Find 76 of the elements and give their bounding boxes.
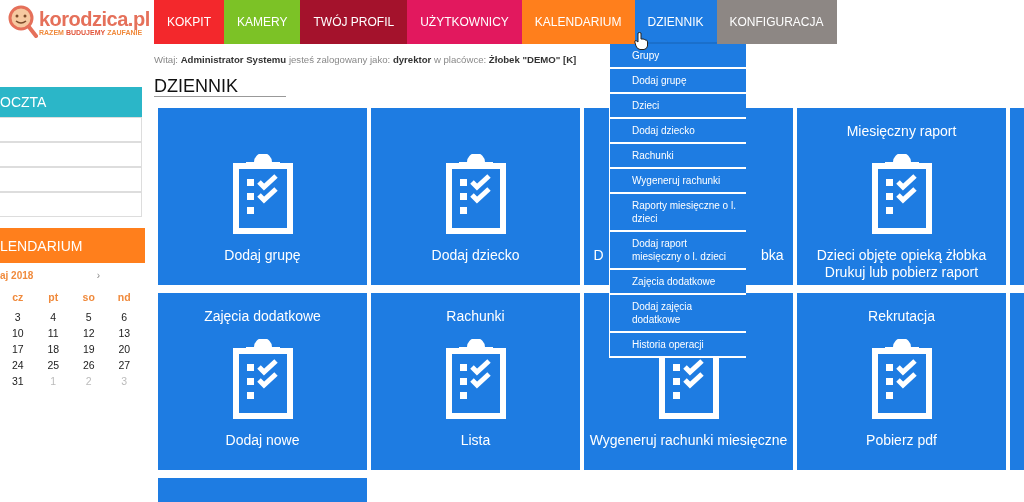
tile-title: Zajęcia dodatkowe bbox=[204, 308, 321, 324]
welcome-text: Witaj: Administrator Systemu jesteś zalogowany jako: dyrektor w placówce: Żłobek "DEMO" [K] bbox=[154, 54, 577, 65]
dropdown-item[interactable]: Dodaj dziecko bbox=[610, 119, 746, 144]
nav-tab[interactable]: KALENDARIUM bbox=[521, 0, 635, 44]
calendar-day[interactable]: 10 bbox=[0, 327, 35, 339]
weekday-label: cz bbox=[11, 291, 25, 303]
weekday-label: nd bbox=[116, 291, 132, 303]
weekday-label: pt bbox=[47, 291, 60, 303]
tile-label: D bbox=[593, 247, 604, 263]
clipboard-checklist-icon bbox=[231, 339, 294, 419]
calendar-day[interactable]: 26 bbox=[71, 359, 106, 371]
clipboard-checklist-icon bbox=[444, 154, 507, 234]
calendar-day[interactable]: 3 bbox=[0, 311, 35, 323]
calendar-day[interactable]: 24 bbox=[0, 359, 35, 371]
tile-label: Dodaj grupę bbox=[224, 247, 301, 263]
dropdown-item[interactable]: Dodaj zajęcia dodatkowe bbox=[610, 295, 746, 333]
mail-row[interactable] bbox=[0, 117, 142, 142]
calendar-day[interactable]: 27 bbox=[107, 359, 142, 371]
clipboard-checklist-icon bbox=[870, 154, 933, 234]
next-month-button[interactable]: › bbox=[96, 270, 100, 281]
calendar-day[interactable]: 12 bbox=[71, 327, 106, 339]
clipboard-checklist-icon bbox=[444, 339, 507, 419]
magnifier-face-icon bbox=[8, 5, 38, 39]
dropdown-item[interactable]: Wygeneruj rachunki bbox=[610, 169, 746, 194]
tile-label: bka bbox=[760, 247, 784, 263]
mail-row[interactable] bbox=[0, 192, 142, 217]
calendar-day[interactable]: 6 bbox=[107, 311, 142, 323]
tile-label: Lista bbox=[460, 432, 491, 448]
tile[interactable]: Miesięczny raport Dzieci objęte opieką żłobka Drukuj lub pobierz raport bbox=[797, 108, 1006, 285]
nav-tab[interactable]: KOKPIT bbox=[154, 0, 224, 44]
calendar-day[interactable]: 20 bbox=[107, 343, 142, 355]
mail-header: OCZTA bbox=[0, 87, 142, 117]
calendar-day[interactable]: 17 bbox=[0, 343, 35, 355]
calendar-day[interactable]: 19 bbox=[71, 343, 106, 355]
tile[interactable]: Rachunki Lista bbox=[371, 293, 580, 470]
dropdown-item[interactable]: Dzieci bbox=[610, 94, 746, 119]
dropdown-item[interactable]: Historia operacji bbox=[610, 333, 746, 358]
tile-label: Pobierz pdf bbox=[866, 432, 937, 448]
logo-name: korodzica.pl bbox=[39, 8, 150, 29]
mail-row[interactable] bbox=[0, 167, 142, 192]
dropdown-item[interactable]: Dodaj raport miesięczny o l. dzieci bbox=[610, 232, 746, 270]
clipboard-checklist-icon bbox=[231, 154, 294, 234]
page-heading: DZIENNIK bbox=[154, 77, 286, 97]
calendar-day[interactable]: 13 bbox=[107, 327, 142, 339]
calendar-header: LENDARIUM bbox=[0, 228, 145, 263]
nav-tab[interactable]: DZIENNIK bbox=[634, 0, 717, 44]
tile-label: Dzieci objęte opieką żłobka bbox=[816, 247, 987, 263]
tile-title: Miesięczny raport bbox=[846, 123, 957, 139]
tile-label: Dodaj dziecko bbox=[431, 247, 520, 263]
nav-tab[interactable]: KONFIGURACJA bbox=[716, 0, 837, 44]
tile-title: Rekrutacja bbox=[868, 308, 935, 324]
tile[interactable]: Dodaj grupę bbox=[158, 108, 367, 285]
tile-label: Dodaj nowe bbox=[225, 432, 300, 448]
dropdown-item[interactable]: Dodaj grupę bbox=[610, 69, 746, 94]
calendar-month: aj 2018 bbox=[0, 270, 34, 281]
weekday-label: so bbox=[81, 291, 96, 303]
nav-tab[interactable]: TWÓJ PROFIL bbox=[300, 0, 408, 44]
nav-tab[interactable]: KAMERY bbox=[224, 0, 301, 44]
tile-title: Rachunki bbox=[446, 308, 505, 324]
calendar-day[interactable]: 11 bbox=[36, 327, 71, 339]
tile[interactable]: Dodaj dziecko bbox=[371, 108, 580, 285]
tile-label: Drukuj lub pobierz raport bbox=[824, 264, 979, 280]
calendar-day[interactable]: 18 bbox=[36, 343, 71, 355]
dropdown-item[interactable]: Rachunki bbox=[610, 144, 746, 169]
clipboard-checklist-icon bbox=[870, 339, 933, 419]
tile-label: Wygeneruj rachunki miesięczne bbox=[589, 432, 788, 448]
calendar-day[interactable]: 25 bbox=[36, 359, 71, 371]
nav-tab[interactable]: UŻYTKOWNICY bbox=[407, 0, 522, 44]
dropdown-item[interactable]: Raporty miesięczne o l. dzieci bbox=[610, 194, 746, 232]
tile[interactable]: Zajęcia dodatkowe Dodaj nowe bbox=[158, 293, 367, 470]
calendar-day[interactable]: 4 bbox=[36, 311, 71, 323]
calendar-day[interactable]: 31 bbox=[0, 375, 35, 387]
mail-row[interactable] bbox=[0, 142, 142, 167]
calendar-day[interactable]: 5 bbox=[71, 311, 106, 323]
dropdown-item[interactable]: Zajęcia dodatkowe bbox=[610, 270, 746, 295]
tile[interactable]: Rekrutacja Pobierz pdf bbox=[797, 293, 1006, 470]
